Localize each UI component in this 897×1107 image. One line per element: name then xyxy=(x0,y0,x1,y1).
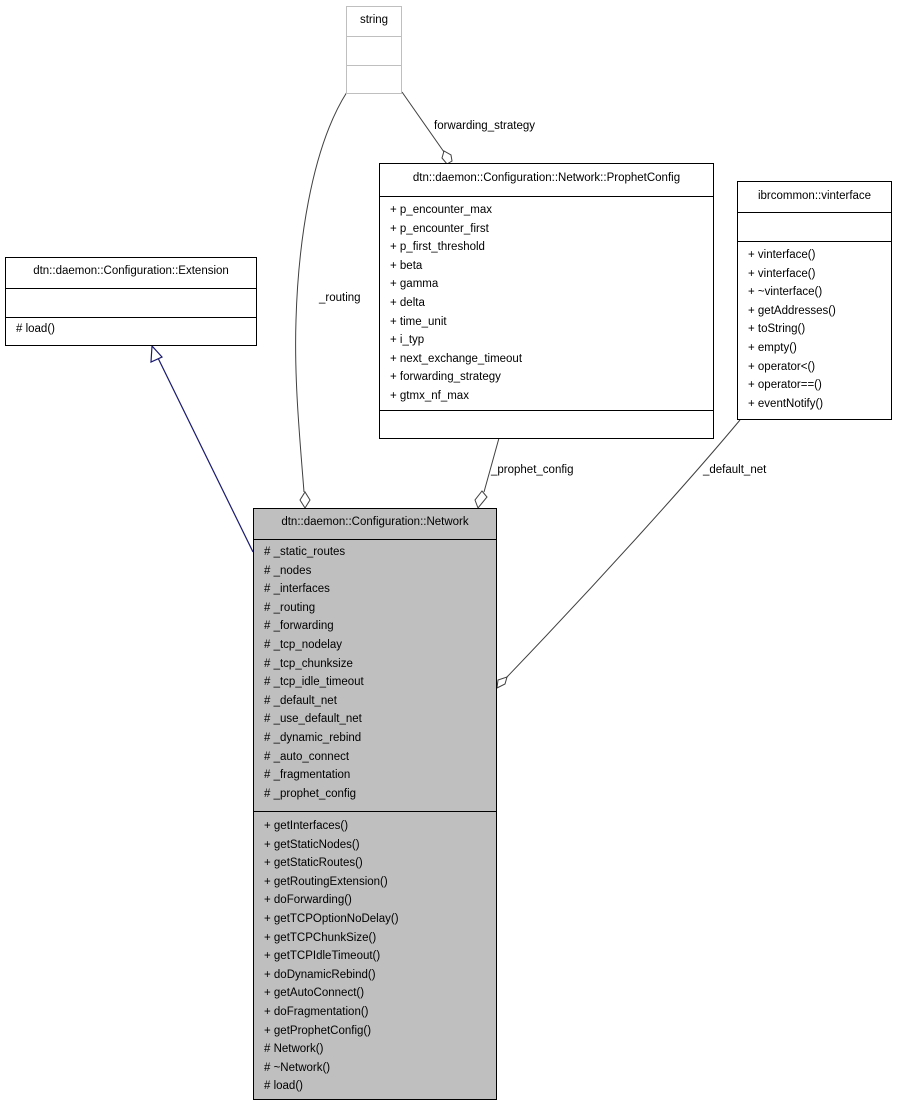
method: + getTCPIdleTimeout() xyxy=(264,950,381,963)
method: + getTCPOptionNoDelay() xyxy=(264,912,399,925)
edge-label-routing: _routing xyxy=(319,292,361,304)
class-string[interactable]: string xyxy=(346,6,402,94)
methods-section xyxy=(380,410,713,438)
attribute: + delta xyxy=(390,296,425,309)
method: + operator==() xyxy=(748,379,822,392)
method: + doFragmentation() xyxy=(264,1005,369,1018)
method: + doDynamicRebind() xyxy=(264,968,376,981)
attribute: # _dynamic_rebind xyxy=(264,731,362,744)
method: # Network() xyxy=(264,1043,324,1056)
class-vinterface[interactable]: ibrcommon::vinterface + vinterface() + v… xyxy=(737,181,892,420)
attribute: # _routing xyxy=(264,601,316,614)
attribute: + p_first_threshold xyxy=(390,241,485,254)
attribute: # _forwarding xyxy=(264,620,334,633)
method: + operator<() xyxy=(748,360,816,373)
method: # load() xyxy=(264,1080,303,1093)
attribute: # _tcp_idle_timeout xyxy=(264,676,364,689)
class-title: ibrcommon::vinterface xyxy=(757,190,872,202)
attribute: + gtmx_nf_max xyxy=(390,389,469,402)
attributes-section xyxy=(347,36,401,65)
edge-default-net xyxy=(505,419,741,679)
attribute: + forwarding_strategy xyxy=(390,371,501,384)
attribute: # _static_routes xyxy=(264,546,346,558)
methods-section xyxy=(347,65,401,93)
class-extension[interactable]: dtn::daemon::Configuration::Extension # … xyxy=(5,257,257,346)
method: # ~Network() xyxy=(264,1061,331,1074)
aggregation-diamond-icon xyxy=(474,490,488,509)
attribute: + p_encounter_first xyxy=(390,222,489,235)
edge-label-prophet-config: _prophet_config xyxy=(491,464,574,476)
attribute: + beta xyxy=(390,259,423,272)
attribute: # _use_default_net xyxy=(264,713,362,726)
attributes-section: + p_encounter_max + p_encounter_first + … xyxy=(380,196,713,410)
attribute: # _nodes xyxy=(264,564,312,577)
edge-label-forwarding-strategy: forwarding_strategy xyxy=(434,120,535,132)
class-title: dtn::daemon::Configuration::Network::Pro… xyxy=(412,172,681,184)
method: + getRoutingExtension() xyxy=(264,875,388,888)
methods-section: + vinterface() + vinterface() + ~vinterf… xyxy=(738,241,891,419)
attribute: # _prophet_config xyxy=(264,787,357,800)
attribute: + gamma xyxy=(390,278,439,291)
methods-section: + getInterfaces() + getStaticNodes() + g… xyxy=(254,811,496,1099)
attribute: # _tcp_nodelay xyxy=(264,638,343,651)
class-network[interactable]: dtn::daemon::Configuration::Network # _s… xyxy=(253,508,497,1100)
method: + getStaticNodes() xyxy=(264,838,360,851)
method: + getAutoConnect() xyxy=(264,987,365,1000)
method: + getTCPChunkSize() xyxy=(264,931,377,944)
class-title: dtn::daemon::Configuration::Extension xyxy=(33,265,229,277)
attributes-section xyxy=(738,212,891,241)
aggregation-diamond-icon xyxy=(496,676,508,689)
method: + getAddresses() xyxy=(748,304,836,317)
class-title: string xyxy=(359,14,389,26)
inheritance-arrowhead-icon xyxy=(150,344,163,363)
method: + getProphetConfig() xyxy=(264,1024,372,1037)
class-title: dtn::daemon::Configuration::Network xyxy=(281,516,469,528)
attribute: # _auto_connect xyxy=(264,750,350,763)
method: # load() xyxy=(16,323,55,335)
method: + toString() xyxy=(748,323,806,336)
method: + getStaticRoutes() xyxy=(264,857,363,870)
aggregation-diamond-icon xyxy=(299,491,311,509)
inheritance-edge-network-extension xyxy=(157,357,254,553)
method: + empty() xyxy=(748,341,797,354)
attribute: # _default_net xyxy=(264,694,337,707)
attributes-section xyxy=(6,288,256,317)
method: + vinterface() xyxy=(748,249,816,261)
class-prophet-config[interactable]: dtn::daemon::Configuration::Network::Pro… xyxy=(379,163,714,439)
method: + ~vinterface() xyxy=(748,286,823,299)
attributes-section: # _static_routes # _nodes # _interfaces … xyxy=(254,539,496,811)
method: + eventNotify() xyxy=(748,397,824,410)
attribute: + i_typ xyxy=(390,334,425,347)
attribute: # _tcp_chunksize xyxy=(264,657,353,670)
method: + getInterfaces() xyxy=(264,820,349,832)
method: + vinterface() xyxy=(748,267,816,280)
method: + doForwarding() xyxy=(264,894,352,907)
attribute: + next_exchange_timeout xyxy=(390,352,523,365)
methods-section: # load() xyxy=(6,317,256,345)
attribute: + p_encounter_max xyxy=(390,204,492,216)
edge-label-default-net: _default_net xyxy=(703,464,767,476)
attribute: + time_unit xyxy=(390,315,447,328)
attribute: # _fragmentation xyxy=(264,769,351,782)
attribute: # _interfaces xyxy=(264,583,330,596)
